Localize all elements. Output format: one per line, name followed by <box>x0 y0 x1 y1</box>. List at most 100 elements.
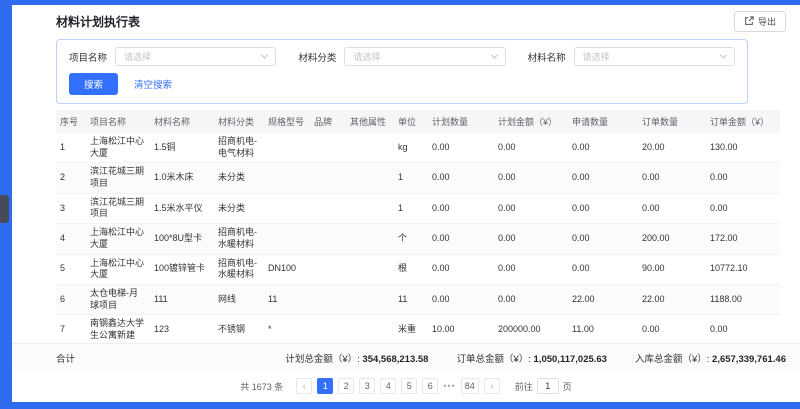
page-button[interactable]: 2 <box>338 378 354 394</box>
table-cell: 200000.00 <box>494 315 568 343</box>
filter-panel: 项目名称请选择材料分类请选择材料名称请选择 搜索 清空搜索 <box>56 39 748 104</box>
table-cell <box>310 133 346 163</box>
table-row[interactable]: 3滨江花城三期项目1.5米水平仪未分类10.000.000.000.000.00 <box>56 193 780 223</box>
table-cell: 米重 <box>394 315 428 343</box>
page-button[interactable]: 6 <box>422 378 438 394</box>
table-cell: 0.00 <box>568 224 638 254</box>
summary-items: 计划总金额（¥）: 354,568,213.58订单总金额（¥）: 1,050,… <box>285 351 786 365</box>
table-cell: 未分类 <box>214 193 264 223</box>
table-cell <box>264 163 310 193</box>
table-cell: 11 <box>394 284 428 314</box>
table-cell: 3 <box>56 193 86 223</box>
summary-total-label: 合计 <box>56 351 75 365</box>
table-cell: 0.00 <box>706 163 780 193</box>
table-cell: 0.00 <box>494 284 568 314</box>
filter-field: 材料分类 请选择 <box>298 47 505 66</box>
chevron-down-icon <box>720 52 727 59</box>
summary-item-value: 1,050,117,025.63 <box>534 354 607 365</box>
column-header: 单位 <box>394 110 428 133</box>
table-cell: 0.00 <box>568 163 638 193</box>
table-row[interactable]: 1上海松江中心大厦1.5铜招商机电-电气材料kg0.000.000.0020.0… <box>56 133 780 163</box>
page-button[interactable]: 3 <box>359 378 375 394</box>
summary-item-label: 计划总金额（¥）: <box>285 354 362 365</box>
table-cell: 未分类 <box>214 163 264 193</box>
materials-table: 序号项目名称材料名称材料分类规格型号品牌其他属性单位计划数量计划金额（¥）申请数… <box>56 110 780 343</box>
table-cell: 1 <box>394 193 428 223</box>
table-cell: * <box>264 315 310 343</box>
column-header: 订单金额（¥） <box>706 110 780 133</box>
table-cell <box>310 315 346 343</box>
table-cell: 招商机电-水暖材料 <box>214 224 264 254</box>
summary-item-label: 入库总金额（¥）: <box>635 354 712 365</box>
prev-page-button[interactable]: ‹ <box>296 378 312 394</box>
export-button-label: 导出 <box>758 15 776 28</box>
filter-label: 材料分类 <box>298 50 336 64</box>
column-header: 规格型号 <box>264 110 310 133</box>
table-cell: 网线 <box>214 284 264 314</box>
goto-suffix-label: 页 <box>563 380 572 393</box>
table-row[interactable]: 2滨江花城三期项目1.0米木床未分类10.000.000.000.000.00 <box>56 163 780 193</box>
table-cell: 1188.00 <box>706 284 780 314</box>
table-row[interactable]: 6太仓电梯-月球项目111网线11110.000.0022.0022.00118… <box>56 284 780 314</box>
table-cell <box>310 284 346 314</box>
table-cell: 0.00 <box>428 163 494 193</box>
table-cell <box>346 163 394 193</box>
column-header: 材料分类 <box>214 110 264 133</box>
next-page-button[interactable]: › <box>484 378 500 394</box>
table-cell <box>310 254 346 284</box>
table-cell: 11.00 <box>568 315 638 343</box>
goto-page-input[interactable] <box>537 378 559 394</box>
filter-placeholder: 请选择 <box>353 50 380 63</box>
table-cell: 0.00 <box>428 224 494 254</box>
goto-prefix-label: 前往 <box>515 380 533 393</box>
clear-search-link[interactable]: 清空搜索 <box>134 77 172 91</box>
table-cell: 根 <box>394 254 428 284</box>
filter-select[interactable]: 请选择 <box>574 47 735 66</box>
chevron-down-icon <box>261 52 268 59</box>
table-cell: 不锈钢 <box>214 315 264 343</box>
table-cell <box>346 224 394 254</box>
table-cell: 个 <box>394 224 428 254</box>
table-row[interactable]: 5上海松江中心大厦100镀锌管卡招商机电-水暖材料DN100根0.000.000… <box>56 254 780 284</box>
table-cell: 200.00 <box>638 224 706 254</box>
sidebar-toggle-handle[interactable] <box>0 195 9 223</box>
filter-select[interactable]: 请选择 <box>115 47 276 66</box>
table-cell: 0.00 <box>638 315 706 343</box>
table-cell: 招商机电-水暖材料 <box>214 254 264 284</box>
table-cell: 0.00 <box>568 133 638 163</box>
main-card: 材料计划执行表 导出 项目名称请选择材料分类请选择材料名称请选择 搜索 清空搜索… <box>12 5 800 402</box>
table-cell: 10.00 <box>428 315 494 343</box>
table-cell: 1 <box>394 163 428 193</box>
topbar: 材料计划执行表 导出 <box>12 5 800 37</box>
search-button[interactable]: 搜索 <box>69 73 118 95</box>
table-row[interactable]: 7南钢鑫达大学生公寓新建123不锈钢*米重10.00200000.0011.00… <box>56 315 780 343</box>
filter-field: 材料名称请选择 <box>528 47 735 66</box>
filter-select[interactable]: 请选择 <box>344 47 505 66</box>
page-button[interactable]: 1 <box>317 378 333 394</box>
table-cell: 太仓电梯-月球项目 <box>86 284 150 314</box>
page-buttons: 123456•••84 <box>317 378 478 394</box>
export-button[interactable]: 导出 <box>734 11 786 32</box>
page-button[interactable]: 4 <box>380 378 396 394</box>
table-cell <box>264 224 310 254</box>
table-cell <box>346 193 394 223</box>
table-cell: 0.00 <box>494 254 568 284</box>
goto-page: 前往 页 <box>515 378 572 394</box>
chevron-down-icon <box>491 52 498 59</box>
table-cell: 滨江花城三期项目 <box>86 163 150 193</box>
table-cell: 2 <box>56 163 86 193</box>
table-cell: 100*8U型卡 <box>150 224 214 254</box>
column-header: 计划数量 <box>428 110 494 133</box>
filter-placeholder: 请选择 <box>583 50 610 63</box>
table-cell <box>310 163 346 193</box>
table-cell: 0.00 <box>706 193 780 223</box>
filter-field: 项目名称请选择 <box>69 47 276 66</box>
table-cell: 22.00 <box>568 284 638 314</box>
page-button[interactable]: 5 <box>401 378 417 394</box>
table-row[interactable]: 4上海松江中心大厦100*8U型卡招商机电-水暖材料个0.000.000.002… <box>56 224 780 254</box>
page-button[interactable]: 84 <box>461 378 479 394</box>
table-cell: 22.00 <box>638 284 706 314</box>
table-cell: 0.00 <box>706 315 780 343</box>
column-header: 申请数量 <box>568 110 638 133</box>
table-header-row: 序号项目名称材料名称材料分类规格型号品牌其他属性单位计划数量计划金额（¥）申请数… <box>56 110 780 133</box>
